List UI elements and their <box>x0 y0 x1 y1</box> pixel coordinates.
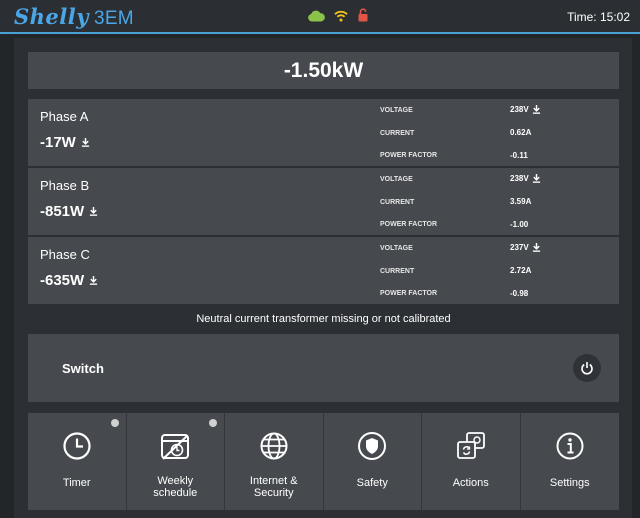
voltage-value-text: 238V <box>510 174 529 183</box>
current-value: 3.59A <box>510 197 532 206</box>
tile-label: Actions <box>452 477 489 489</box>
status-icons <box>307 8 369 27</box>
clock-icon <box>63 432 91 460</box>
download-icon <box>532 174 540 183</box>
wifi-icon <box>334 9 348 27</box>
brand-model: 3EM <box>93 8 134 29</box>
power-factor-label: POWER FACTOR <box>380 152 438 159</box>
tile-label-line1: Internet & <box>249 475 298 487</box>
download-icon <box>532 105 540 114</box>
shield-icon <box>358 432 387 460</box>
tile-label: Timer <box>62 477 91 489</box>
power-factor-label: POWER FACTOR <box>380 221 438 228</box>
tile-weekly-schedule[interactable]: Weekly schedule <box>126 413 225 510</box>
phase-power: -635W <box>40 272 98 289</box>
power-factor-value: -1.00 <box>510 220 529 229</box>
tile-label: Internet & Security <box>225 475 323 499</box>
power-toggle-button[interactable] <box>573 354 601 382</box>
tile-timer[interactable]: Timer <box>28 413 127 510</box>
tile-label-line1: Weekly <box>157 475 194 487</box>
voltage-value: 238V <box>510 174 541 183</box>
time-display: Time: 15:02 <box>567 10 630 24</box>
download-icon <box>81 138 89 147</box>
phase-power: -17W <box>40 134 90 151</box>
tile-safety[interactable]: Safety <box>323 413 422 510</box>
switch-label: Switch <box>62 361 104 376</box>
power-factor-label: POWER FACTOR <box>380 290 438 297</box>
info-icon <box>556 432 584 460</box>
voltage-value-text: 238V <box>510 105 529 114</box>
total-power: -1.50kW <box>28 52 619 89</box>
voltage-label: VOLTAGE <box>380 176 413 183</box>
download-icon <box>90 276 98 285</box>
phase-power-value: -635W <box>40 272 85 289</box>
phase-power-value: -17W <box>40 134 76 151</box>
current-label: CURRENT <box>380 268 415 275</box>
tile-internet-security[interactable]: Internet & Security <box>225 413 324 510</box>
voltage-value-text: 237V <box>510 243 529 252</box>
tile-label: Safety <box>356 477 388 489</box>
indicator-dot <box>110 419 119 427</box>
current-label: CURRENT <box>380 199 415 206</box>
current-label: CURRENT <box>380 130 415 137</box>
globe-icon <box>260 432 288 460</box>
tile-label: Weekly schedule <box>127 475 225 499</box>
phase-name: Phase C <box>40 247 90 262</box>
tile-settings[interactable]: Settings <box>520 413 619 510</box>
voltage-value: 237V <box>510 243 541 252</box>
tile-actions[interactable]: Actions <box>422 413 521 510</box>
brand: Shelly 3EM <box>14 4 134 30</box>
phase-name: Phase A <box>40 109 89 124</box>
tile-label: Settings <box>549 477 590 489</box>
phase-card-a: Phase A -17W VOLTAGE 238V CURRENT 0.62A … <box>28 99 619 166</box>
voltage-label: VOLTAGE <box>380 245 413 252</box>
brand-logo: Shelly <box>14 4 89 29</box>
tile-label-line2: schedule <box>153 487 198 499</box>
download-icon <box>90 207 98 216</box>
indicator-dot <box>209 419 217 427</box>
phase-power: -851W <box>40 203 98 220</box>
lock-open-icon <box>357 8 369 27</box>
tile-label-line2: Security <box>253 487 294 499</box>
power-factor-value: -0.98 <box>510 289 529 298</box>
phase-name: Phase B <box>40 178 90 193</box>
phase-card-c: Phase C -635W VOLTAGE 237V CURRENT 2.72A… <box>28 237 619 304</box>
power-icon <box>581 362 593 375</box>
current-value: 2.72A <box>510 266 532 275</box>
switch-card: Switch <box>28 334 619 402</box>
power-factor-value: -0.11 <box>510 151 528 160</box>
phase-power-value: -851W <box>40 203 85 220</box>
calibration-note: Neutral current transformer missing or n… <box>196 313 451 325</box>
actions-icon <box>456 432 485 459</box>
download-icon <box>532 243 540 252</box>
cloud-icon <box>307 9 325 27</box>
voltage-value: 238V <box>510 105 541 114</box>
top-bar: Shelly 3EM Time: 15:02 <box>0 0 640 34</box>
action-tiles: Timer Weekly schedule Internet & Securit… <box>28 413 619 510</box>
schedule-off-icon <box>161 434 190 460</box>
voltage-label: VOLTAGE <box>380 107 413 114</box>
current-value: 0.62A <box>510 128 532 137</box>
phase-card-b: Phase B -851W VOLTAGE 238V CURRENT 3.59A… <box>28 168 619 235</box>
